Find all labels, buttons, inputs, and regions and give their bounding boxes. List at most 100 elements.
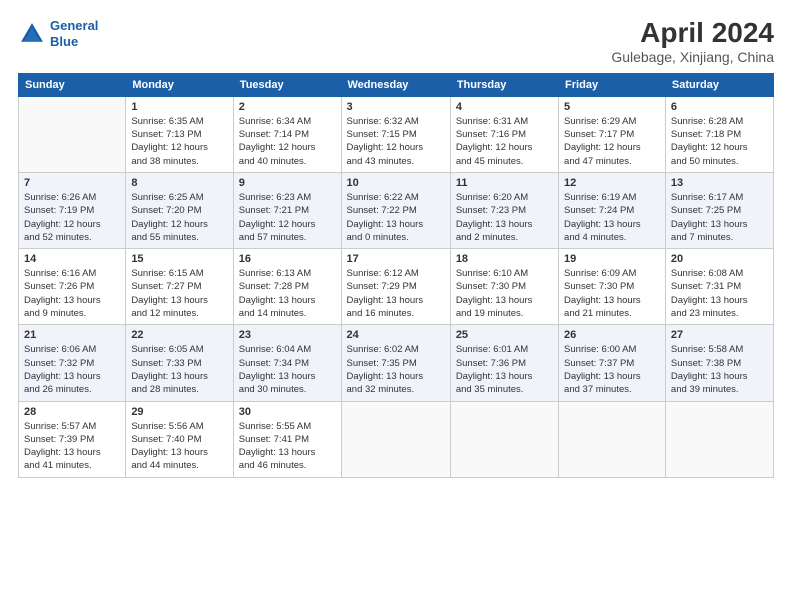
main-title: April 2024: [611, 18, 774, 49]
calendar-cell: 29 Sunrise: 5:56 AMSunset: 7:40 PMDayligh…: [126, 401, 233, 477]
day-info: Sunrise: 6:09 AMSunset: 7:30 PMDaylight:…: [564, 267, 660, 320]
day-info: Sunrise: 6:25 AMSunset: 7:20 PMDaylight:…: [131, 191, 227, 244]
calendar-day-header: Friday: [559, 73, 666, 96]
day-info: Sunrise: 6:26 AMSunset: 7:19 PMDaylight:…: [24, 191, 120, 244]
day-number: 4: [456, 101, 553, 113]
day-number: 2: [239, 101, 336, 113]
calendar-cell: 22Sunrise: 6:05 AMSunset: 7:33 PMDayligh…: [126, 325, 233, 401]
day-number: 22: [131, 329, 227, 341]
calendar-cell: 5 Sunrise: 6:29 AMSunset: 7:17 PMDaylight…: [559, 96, 666, 172]
day-info: Sunrise: 6:04 AMSunset: 7:34 PMDaylight:…: [239, 343, 336, 396]
page: General Blue April 2024 Gulebage, Xinjia…: [0, 0, 792, 612]
calendar-cell: 12 Sunrise: 6:19 AMSunset: 7:24 PMDayligh…: [559, 172, 666, 248]
calendar-header-row: SundayMondayTuesdayWednesdayThursdayFrid…: [19, 73, 774, 96]
logo-line1: General: [50, 18, 98, 33]
day-info: Sunrise: 5:55 AMSunset: 7:41 PMDaylight:…: [239, 420, 336, 473]
calendar-day-header: Sunday: [19, 73, 126, 96]
day-number: 19: [564, 253, 660, 265]
day-info: Sunrise: 6:28 AMSunset: 7:18 PMDaylight:…: [671, 115, 768, 168]
day-number: 29: [131, 406, 227, 418]
logo-line2: Blue: [50, 34, 78, 49]
day-info: Sunrise: 5:58 AMSunset: 7:38 PMDaylight:…: [671, 343, 768, 396]
day-number: 18: [456, 253, 553, 265]
day-info: Sunrise: 6:15 AMSunset: 7:27 PMDaylight:…: [131, 267, 227, 320]
day-number: 20: [671, 253, 768, 265]
day-info: Sunrise: 6:08 AMSunset: 7:31 PMDaylight:…: [671, 267, 768, 320]
day-number: 16: [239, 253, 336, 265]
title-block: April 2024 Gulebage, Xinjiang, China: [611, 18, 774, 65]
day-info: Sunrise: 5:56 AMSunset: 7:40 PMDaylight:…: [131, 420, 227, 473]
calendar-week-row: 1 Sunrise: 6:35 AMSunset: 7:13 PMDaylight…: [19, 96, 774, 172]
day-number: 12: [564, 177, 660, 189]
day-info: Sunrise: 6:17 AMSunset: 7:25 PMDaylight:…: [671, 191, 768, 244]
day-number: 28: [24, 406, 120, 418]
calendar-cell: 16Sunrise: 6:13 AMSunset: 7:28 PMDayligh…: [233, 249, 341, 325]
calendar-cell: 6 Sunrise: 6:28 AMSunset: 7:18 PMDaylight…: [665, 96, 773, 172]
logo-text: General Blue: [50, 18, 98, 49]
calendar-cell: 8 Sunrise: 6:25 AMSunset: 7:20 PMDaylight…: [126, 172, 233, 248]
calendar-day-header: Thursday: [450, 73, 558, 96]
calendar-cell: [19, 96, 126, 172]
day-number: 6: [671, 101, 768, 113]
calendar-table: SundayMondayTuesdayWednesdayThursdayFrid…: [18, 73, 774, 478]
day-info: Sunrise: 6:31 AMSunset: 7:16 PMDaylight:…: [456, 115, 553, 168]
day-info: Sunrise: 6:35 AMSunset: 7:13 PMDaylight:…: [131, 115, 227, 168]
calendar-week-row: 14 Sunrise: 6:16 AMSunset: 7:26 PMDayligh…: [19, 249, 774, 325]
day-info: Sunrise: 6:16 AMSunset: 7:26 PMDaylight:…: [24, 267, 120, 320]
day-info: Sunrise: 6:34 AMSunset: 7:14 PMDaylight:…: [239, 115, 336, 168]
calendar-week-row: 21 Sunrise: 6:06 AMSunset: 7:32 PMDayligh…: [19, 325, 774, 401]
calendar-cell: 1 Sunrise: 6:35 AMSunset: 7:13 PMDaylight…: [126, 96, 233, 172]
calendar-cell: 24 Sunrise: 6:02 AMSunset: 7:35 PMDayligh…: [341, 325, 450, 401]
calendar-cell: 18 Sunrise: 6:10 AMSunset: 7:30 PMDayligh…: [450, 249, 558, 325]
calendar-cell: [341, 401, 450, 477]
day-number: 23: [239, 329, 336, 341]
day-info: Sunrise: 6:02 AMSunset: 7:35 PMDaylight:…: [347, 343, 445, 396]
day-number: 26: [564, 329, 660, 341]
day-number: 10: [347, 177, 445, 189]
calendar-week-row: 28Sunrise: 5:57 AMSunset: 7:39 PMDayligh…: [19, 401, 774, 477]
calendar-cell: 13 Sunrise: 6:17 AMSunset: 7:25 PMDayligh…: [665, 172, 773, 248]
calendar-cell: 10Sunrise: 6:22 AMSunset: 7:22 PMDayligh…: [341, 172, 450, 248]
calendar-week-row: 7 Sunrise: 6:26 AMSunset: 7:19 PMDaylight…: [19, 172, 774, 248]
day-number: 5: [564, 101, 660, 113]
calendar-cell: 2 Sunrise: 6:34 AMSunset: 7:14 PMDaylight…: [233, 96, 341, 172]
day-number: 7: [24, 177, 120, 189]
day-info: Sunrise: 6:10 AMSunset: 7:30 PMDaylight:…: [456, 267, 553, 320]
day-number: 27: [671, 329, 768, 341]
calendar-cell: 15Sunrise: 6:15 AMSunset: 7:27 PMDayligh…: [126, 249, 233, 325]
day-number: 30: [239, 406, 336, 418]
day-number: 13: [671, 177, 768, 189]
day-number: 24: [347, 329, 445, 341]
day-info: Sunrise: 6:19 AMSunset: 7:24 PMDaylight:…: [564, 191, 660, 244]
calendar-cell: 23 Sunrise: 6:04 AMSunset: 7:34 PMDayligh…: [233, 325, 341, 401]
calendar-cell: [559, 401, 666, 477]
day-number: 9: [239, 177, 336, 189]
calendar-cell: 11 Sunrise: 6:20 AMSunset: 7:23 PMDayligh…: [450, 172, 558, 248]
logo: General Blue: [18, 18, 98, 49]
calendar-cell: 4 Sunrise: 6:31 AMSunset: 7:16 PMDaylight…: [450, 96, 558, 172]
calendar-cell: [665, 401, 773, 477]
calendar-cell: 3 Sunrise: 6:32 AMSunset: 7:15 PMDaylight…: [341, 96, 450, 172]
day-info: Sunrise: 6:32 AMSunset: 7:15 PMDaylight:…: [347, 115, 445, 168]
calendar-cell: 7 Sunrise: 6:26 AMSunset: 7:19 PMDaylight…: [19, 172, 126, 248]
day-number: 11: [456, 177, 553, 189]
day-number: 21: [24, 329, 120, 341]
calendar-day-header: Monday: [126, 73, 233, 96]
calendar-cell: 25Sunrise: 6:01 AMSunset: 7:36 PMDayligh…: [450, 325, 558, 401]
calendar-cell: 9Sunrise: 6:23 AMSunset: 7:21 PMDaylight…: [233, 172, 341, 248]
day-number: 14: [24, 253, 120, 265]
calendar-cell: 28Sunrise: 5:57 AMSunset: 7:39 PMDayligh…: [19, 401, 126, 477]
day-number: 3: [347, 101, 445, 113]
day-info: Sunrise: 6:00 AMSunset: 7:37 PMDaylight:…: [564, 343, 660, 396]
day-info: Sunrise: 6:29 AMSunset: 7:17 PMDaylight:…: [564, 115, 660, 168]
day-info: Sunrise: 6:06 AMSunset: 7:32 PMDaylight:…: [24, 343, 120, 396]
calendar-cell: 30 Sunrise: 5:55 AMSunset: 7:41 PMDayligh…: [233, 401, 341, 477]
calendar-cell: 26 Sunrise: 6:00 AMSunset: 7:37 PMDayligh…: [559, 325, 666, 401]
day-number: 1: [131, 101, 227, 113]
day-info: Sunrise: 6:12 AMSunset: 7:29 PMDaylight:…: [347, 267, 445, 320]
calendar-day-header: Saturday: [665, 73, 773, 96]
day-number: 8: [131, 177, 227, 189]
calendar-cell: 17Sunrise: 6:12 AMSunset: 7:29 PMDayligh…: [341, 249, 450, 325]
day-info: Sunrise: 6:20 AMSunset: 7:23 PMDaylight:…: [456, 191, 553, 244]
calendar-cell: 21 Sunrise: 6:06 AMSunset: 7:32 PMDayligh…: [19, 325, 126, 401]
